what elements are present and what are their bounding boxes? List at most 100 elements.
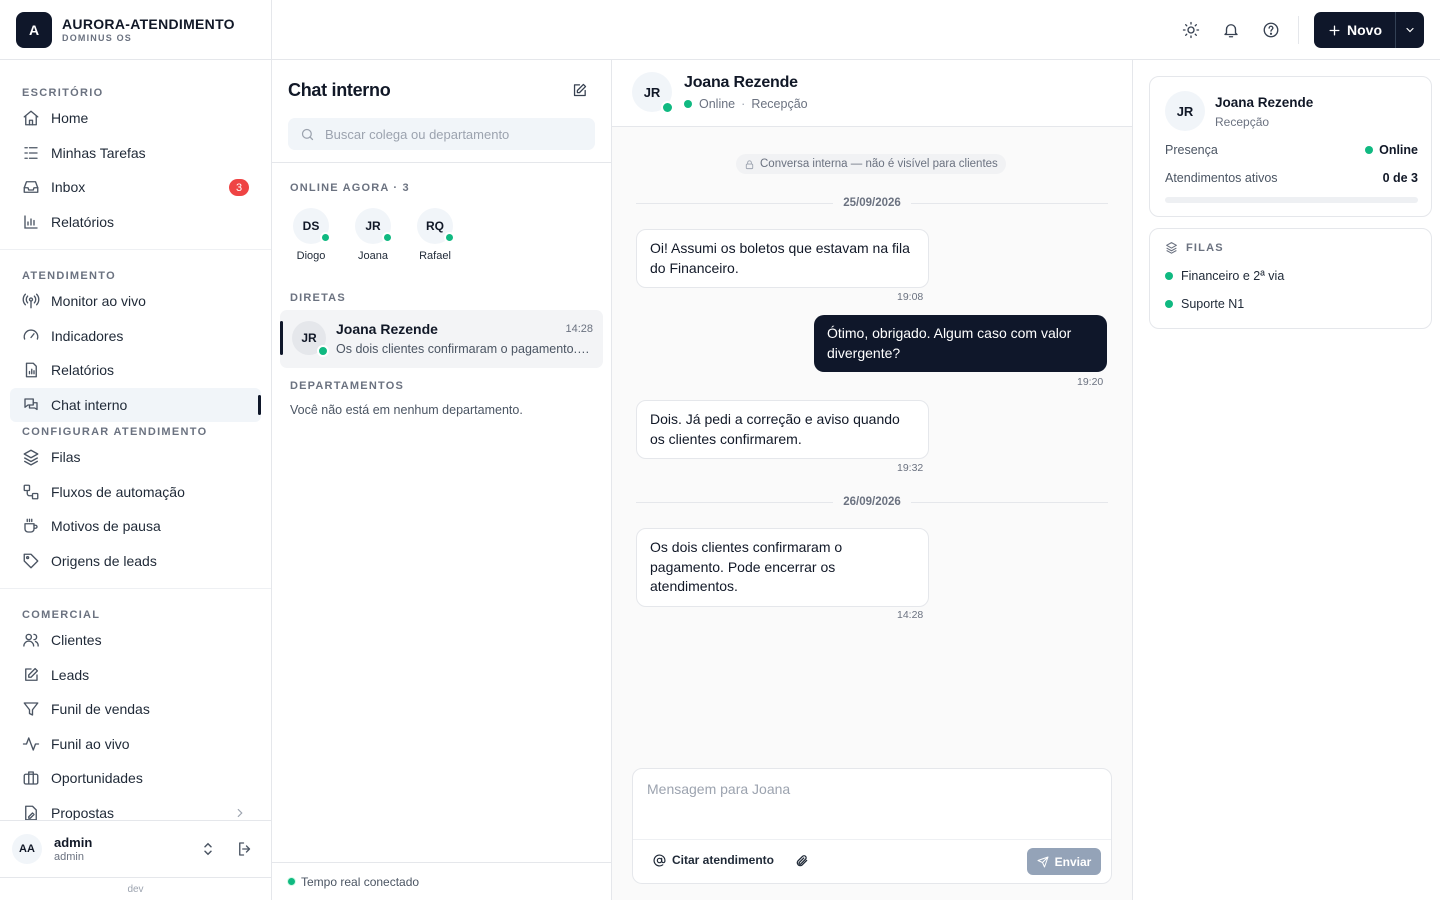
contact-details-panel: JR Joana Rezende Recepção Presença Onlin… bbox=[1133, 60, 1440, 900]
compose-icon[interactable] bbox=[571, 82, 588, 99]
sidebar-item-opportunities[interactable]: Oportunidades bbox=[10, 761, 261, 796]
new-button[interactable]: Novo bbox=[1314, 12, 1424, 48]
message-bubble-incoming: Oi! Assumi os boletos que estavam na fil… bbox=[636, 229, 929, 288]
profile-name: Joana Rezende bbox=[1215, 95, 1314, 110]
send-icon bbox=[1037, 856, 1049, 867]
sidebar-item-label: Home bbox=[51, 110, 89, 127]
tag-icon bbox=[23, 553, 39, 569]
send-button-label: Enviar bbox=[1054, 854, 1092, 869]
message-bubble-incoming: Os dois clientes confirmaram o pagamento… bbox=[636, 528, 929, 607]
sidebar-item-home[interactable]: Home bbox=[10, 101, 261, 136]
bell-icon[interactable] bbox=[1222, 21, 1240, 39]
sidebar: A AURORA-ATENDIMENTO DOMINUS OS ESCRITÓR… bbox=[0, 0, 272, 900]
sidebar-item-inbox[interactable]: Inbox 3 bbox=[10, 170, 261, 205]
sidebar-item-clients[interactable]: Clientes bbox=[10, 623, 261, 658]
sidebar-item-proposals[interactable]: Propostas bbox=[10, 796, 261, 820]
avatar: JR bbox=[355, 208, 393, 244]
lock-icon bbox=[745, 159, 754, 169]
online-status-dot bbox=[661, 101, 674, 114]
sidebar-item-label: Leads bbox=[51, 666, 90, 683]
online-status-dot bbox=[684, 100, 692, 108]
new-button-dropdown[interactable] bbox=[1396, 12, 1424, 48]
sidebar-item-lead-sources[interactable]: Origens de leads bbox=[10, 544, 261, 579]
page-title: Chat interno bbox=[288, 80, 391, 100]
user-menu[interactable]: AA admin admin bbox=[0, 820, 271, 877]
sidebar-item-label: Filas bbox=[51, 449, 81, 466]
send-button[interactable]: Enviar bbox=[1027, 848, 1101, 875]
workflow-icon bbox=[23, 484, 39, 500]
queue-status-dot bbox=[1165, 300, 1173, 308]
sidebar-item-label: Propostas bbox=[51, 804, 115, 820]
tasks-list-icon bbox=[24, 146, 38, 159]
brand-name: AURORA-ATENDIMENTO bbox=[62, 16, 235, 32]
online-user-name: Diogo bbox=[296, 250, 326, 262]
online-user[interactable]: JR Joana bbox=[353, 208, 393, 262]
online-now-label: ONLINE AGORA · 3 bbox=[290, 182, 410, 194]
contact-status-text: Online bbox=[699, 97, 736, 111]
search-input[interactable] bbox=[325, 126, 585, 142]
search-box[interactable] bbox=[288, 118, 595, 150]
message-time: 19:32 bbox=[897, 462, 924, 474]
sun-icon[interactable] bbox=[1182, 21, 1200, 39]
sidebar-item-automation-flows[interactable]: Fluxos de automação bbox=[10, 475, 261, 510]
logout-icon[interactable] bbox=[236, 840, 254, 858]
queue-item[interactable]: Suporte N1 bbox=[1165, 297, 1244, 311]
sidebar-item-reports[interactable]: Relatórios bbox=[10, 205, 261, 240]
avatar-initials: DS bbox=[302, 219, 320, 233]
activity-icon bbox=[22, 737, 40, 751]
new-button-main[interactable]: Novo bbox=[1314, 12, 1395, 48]
direct-chat-time: 14:28 bbox=[565, 323, 593, 335]
departments-label: DEPARTAMENTOS bbox=[290, 380, 404, 392]
brand-logo: A bbox=[16, 11, 52, 48]
conversation-header: JR Joana Rezende Online · Recepção bbox=[612, 60, 1132, 127]
direct-chat-item[interactable]: JR Joana Rezende 14:28 Os dois clientes … bbox=[280, 310, 603, 368]
connection-status-dot bbox=[287, 877, 296, 886]
presence-value: Online bbox=[1379, 143, 1418, 157]
nav-section-title: CONFIGURAR ATENDIMENTO bbox=[22, 426, 208, 438]
queue-item[interactable]: Financeiro e 2ª via bbox=[1165, 269, 1284, 283]
presence-label: Presença bbox=[1165, 143, 1218, 157]
online-status-dot bbox=[444, 232, 455, 243]
chevrons-up-down-icon[interactable] bbox=[199, 840, 217, 858]
filter-icon bbox=[23, 702, 39, 716]
chat-bubbles-icon bbox=[24, 398, 38, 410]
sidebar-item-indicators[interactable]: Indicadores bbox=[10, 319, 261, 354]
active-services-label: Atendimentos ativos bbox=[1165, 171, 1278, 185]
paperclip-icon[interactable] bbox=[795, 854, 809, 868]
sidebar-item-pause-reasons[interactable]: Motivos de pausa bbox=[10, 509, 261, 544]
brand-subtitle: DOMINUS OS bbox=[62, 33, 133, 43]
avatar: JR bbox=[292, 321, 329, 357]
brand[interactable]: A AURORA-ATENDIMENTO DOMINUS OS bbox=[0, 0, 271, 60]
message-bubble-outgoing: Ótimo, obrigado. Algum caso com valor di… bbox=[814, 315, 1107, 372]
help-icon[interactable] bbox=[1262, 21, 1280, 39]
topbar: Novo bbox=[272, 0, 1440, 60]
online-user-name: Rafael bbox=[419, 250, 451, 262]
inbox-count-badge: 3 bbox=[229, 179, 249, 196]
sidebar-item-tasks[interactable]: Minhas Tarefas bbox=[10, 136, 261, 171]
coffee-icon bbox=[24, 518, 38, 533]
sidebar-item-live-monitor[interactable]: Monitor ao vivo bbox=[10, 284, 261, 319]
internal-notice-text: Conversa interna — não é visível para cl… bbox=[760, 158, 998, 170]
message-input[interactable] bbox=[647, 781, 1097, 831]
conversation-panel: JR Joana Rezende Online · Recepção Conve… bbox=[612, 60, 1133, 900]
sidebar-item-label: Chat interno bbox=[51, 396, 128, 413]
sidebar-item-sales-funnel[interactable]: Funil de vendas bbox=[10, 692, 261, 727]
conversation-contact-name: Joana Rezende bbox=[684, 74, 798, 91]
sidebar-item-label: Inbox bbox=[51, 179, 86, 196]
sidebar-item-service-reports[interactable]: Relatórios bbox=[10, 353, 261, 388]
layers-icon bbox=[23, 449, 39, 466]
sidebar-item-live-funnel[interactable]: Funil ao vivo bbox=[10, 727, 261, 762]
sidebar-item-label: Oportunidades bbox=[51, 770, 143, 787]
date-divider: 26/09/2026 bbox=[636, 495, 1108, 509]
at-sign-icon bbox=[653, 854, 666, 866]
sidebar-item-leads[interactable]: Leads bbox=[10, 658, 261, 693]
cite-service-button[interactable]: Citar atendimento bbox=[653, 853, 774, 867]
sidebar-item-internal-chat[interactable]: Chat interno bbox=[10, 387, 261, 422]
online-user[interactable]: DS Diogo bbox=[291, 208, 331, 262]
sidebar-item-label: Funil ao vivo bbox=[51, 735, 130, 752]
online-user[interactable]: RQ Rafael bbox=[415, 208, 455, 262]
online-status-dot bbox=[1365, 146, 1374, 154]
queue-status-dot bbox=[1165, 272, 1173, 280]
sidebar-item-queues[interactable]: Filas bbox=[10, 440, 261, 475]
online-status-dot bbox=[320, 232, 331, 243]
